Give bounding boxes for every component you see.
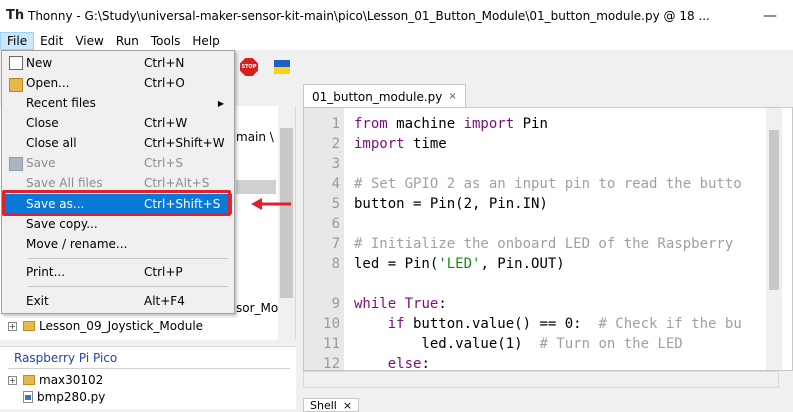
code-line: button = Pin(2, Pin.IN)	[354, 196, 548, 212]
editor-tabbar: 01_button_module.py ×	[303, 84, 793, 108]
menu-item-new[interactable]: New Ctrl+N	[4, 53, 232, 73]
line-number: 2	[331, 136, 340, 152]
editor-vertical-scrollbar[interactable]	[766, 108, 782, 370]
menu-edit[interactable]: Edit	[34, 32, 69, 50]
file-menu-dropdown: New Ctrl+N Open... Ctrl+O Recent files ▶…	[1, 50, 235, 314]
expand-icon[interactable]: +	[8, 375, 17, 385]
tree-row-label: max30102	[39, 373, 104, 387]
code-editor[interactable]: 1 2 3 4 5 6 7 8 9 10 11 12 13 from machi…	[303, 107, 793, 371]
selected-row	[236, 180, 276, 194]
code-line: if button.value() == 0: # Check if the b…	[387, 316, 742, 332]
menu-tools[interactable]: Tools	[145, 32, 187, 50]
code-line: from machine import Pin	[354, 116, 548, 132]
ukraine-flag-icon[interactable]	[274, 60, 290, 74]
line-number: 4	[331, 176, 340, 192]
line-number: 7	[331, 236, 340, 252]
editor-horizontal-scrollbar[interactable]	[303, 371, 779, 388]
menu-item-close-all[interactable]: Close all Ctrl+Shift+W	[4, 133, 232, 153]
menu-bar: File Edit View Run Tools Help	[0, 32, 793, 50]
menu-separator	[28, 258, 228, 259]
code-line: led.value(1) # Turn on the LED	[354, 336, 683, 352]
close-icon[interactable]: ×	[343, 399, 352, 412]
pico-panel-title: Raspberry Pi Pico	[14, 351, 118, 365]
line-number-gutter: 1 2 3 4 5 6 7 8 9 10 11 12 13	[304, 108, 344, 370]
folder-icon	[23, 375, 35, 385]
menu-item-exit[interactable]: Exit Alt+F4	[4, 291, 232, 311]
menu-separator	[28, 286, 228, 287]
folder-icon	[23, 321, 35, 331]
line-number: 1	[331, 116, 340, 132]
files-path: main \	[236, 130, 274, 144]
menu-item-move-rename[interactable]: Move / rename...	[4, 234, 232, 254]
tree-row[interactable]: + max30102	[8, 371, 103, 389]
thonny-app-icon: Th	[6, 8, 25, 23]
menu-run[interactable]: Run	[110, 32, 145, 50]
tree-row[interactable]: bmp280.py	[23, 388, 105, 406]
line-number: 10	[323, 316, 340, 332]
expand-icon[interactable]: +	[8, 321, 17, 331]
line-number: 3	[331, 156, 340, 172]
tree-row[interactable]: + Lesson_09_Joystick_Module	[8, 317, 203, 335]
line-number: 8	[331, 256, 340, 272]
code-line: else:	[387, 356, 430, 371]
line-number: 6	[331, 216, 340, 232]
menu-item-save-copy[interactable]: Save copy...	[4, 214, 232, 234]
highlight-box	[2, 190, 231, 216]
red-arrow-icon	[251, 198, 291, 210]
close-icon[interactable]: ×	[448, 91, 456, 102]
line-number: 12	[323, 356, 340, 371]
code-line: # Initialize the onboard LED of the Rasp…	[354, 236, 734, 252]
tab-shell[interactable]: Shell ×	[303, 398, 360, 412]
new-file-icon	[9, 56, 23, 70]
python-file-icon	[23, 391, 33, 403]
line-number: 9	[331, 296, 340, 312]
tab-label: 01_button_module.py	[312, 89, 443, 104]
code-line: import time	[354, 136, 447, 152]
menu-view[interactable]: View	[69, 32, 109, 50]
window-title: Thonny - G:\Study\universal-maker-sensor…	[28, 9, 710, 23]
menu-item-save: Save Ctrl+S	[4, 153, 232, 173]
files-scrollbar[interactable]	[278, 106, 295, 340]
menu-help[interactable]: Help	[186, 32, 225, 50]
code-line: while True:	[354, 296, 447, 312]
submenu-arrow-icon: ▶	[217, 98, 224, 108]
code-line: # Set GPIO 2 as an input pin to read the…	[354, 176, 742, 192]
line-number: 11	[323, 336, 340, 352]
line-number: 5	[331, 196, 340, 212]
title-bar: Th Thonny - G:\Study\universal-maker-sen…	[0, 0, 793, 32]
save-icon	[9, 157, 23, 171]
menu-item-close[interactable]: Close Ctrl+W	[4, 113, 232, 133]
menu-item-print[interactable]: Print... Ctrl+P	[4, 262, 232, 282]
divider	[8, 368, 290, 369]
tab-label: Shell	[310, 398, 337, 412]
menu-item-open[interactable]: Open... Ctrl+O	[4, 73, 232, 93]
menu-item-recent-files[interactable]: Recent files ▶	[4, 93, 232, 113]
tree-row-label: bmp280.py	[37, 390, 106, 404]
menu-file[interactable]: File	[0, 32, 35, 50]
minimize-button[interactable]: —	[747, 0, 793, 32]
tree-row-label: Lesson_09_Joystick_Module	[39, 319, 204, 333]
tab-01-button-module[interactable]: 01_button_module.py ×	[303, 84, 466, 108]
code-line: led = Pin('LED', Pin.OUT)	[354, 256, 565, 272]
open-folder-icon	[9, 78, 23, 92]
